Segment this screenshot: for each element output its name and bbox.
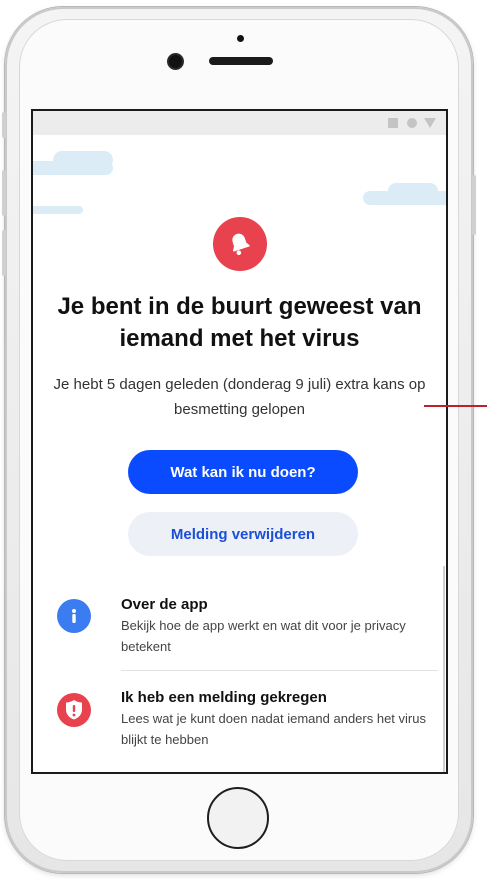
front-camera	[169, 55, 182, 68]
list-item-received-notification[interactable]: Ik heb een melding gekregen Lees wat je …	[33, 684, 446, 764]
proximity-sensor	[237, 35, 244, 42]
volume-down-button	[2, 230, 6, 276]
info-icon	[57, 599, 91, 633]
list-divider	[121, 670, 438, 671]
list-item-about-app[interactable]: Over de app Bekijk hoe de app werkt en w…	[33, 591, 446, 661]
list-item-description: Lees wat je kunt doen nadat iemand ander…	[121, 711, 426, 747]
mute-switch	[2, 112, 6, 138]
home-button[interactable]	[207, 787, 269, 849]
power-button	[472, 175, 476, 235]
status-dot-icon	[407, 118, 417, 128]
page-subtitle: Je hebt 5 dagen geleden (donderag 9 juli…	[53, 376, 426, 418]
page-title: Je bent in de buurt geweest van iemand m…	[57, 293, 422, 352]
status-bar	[33, 111, 446, 135]
bell-icon	[232, 233, 250, 256]
alert-icon	[57, 693, 91, 727]
scrollbar[interactable]	[443, 566, 445, 772]
wifi-triangle-icon	[424, 118, 436, 128]
cloud-decoration-left-top	[53, 151, 113, 169]
list-item-title: Ik heb een melding gekregen	[121, 689, 327, 706]
remove-notification-button[interactable]: Melding verwijderen	[128, 512, 358, 556]
volume-up-button	[2, 170, 6, 216]
list-item-description: Bekijk hoe de app werkt en wat dit voor …	[121, 618, 406, 654]
cloud-decoration-left-low	[33, 206, 83, 214]
annotation-line	[424, 405, 487, 407]
list-item-title: Over de app	[121, 596, 208, 613]
cloud-decoration-right-top	[388, 183, 438, 199]
app-screen: Je bent in de buurt geweest van iemand m…	[31, 109, 448, 774]
what-can-i-do-button[interactable]: Wat kan ik nu doen?	[128, 450, 358, 494]
alert-badge	[213, 217, 267, 271]
earpiece-speaker	[209, 57, 273, 65]
signal-square-icon	[388, 118, 398, 128]
